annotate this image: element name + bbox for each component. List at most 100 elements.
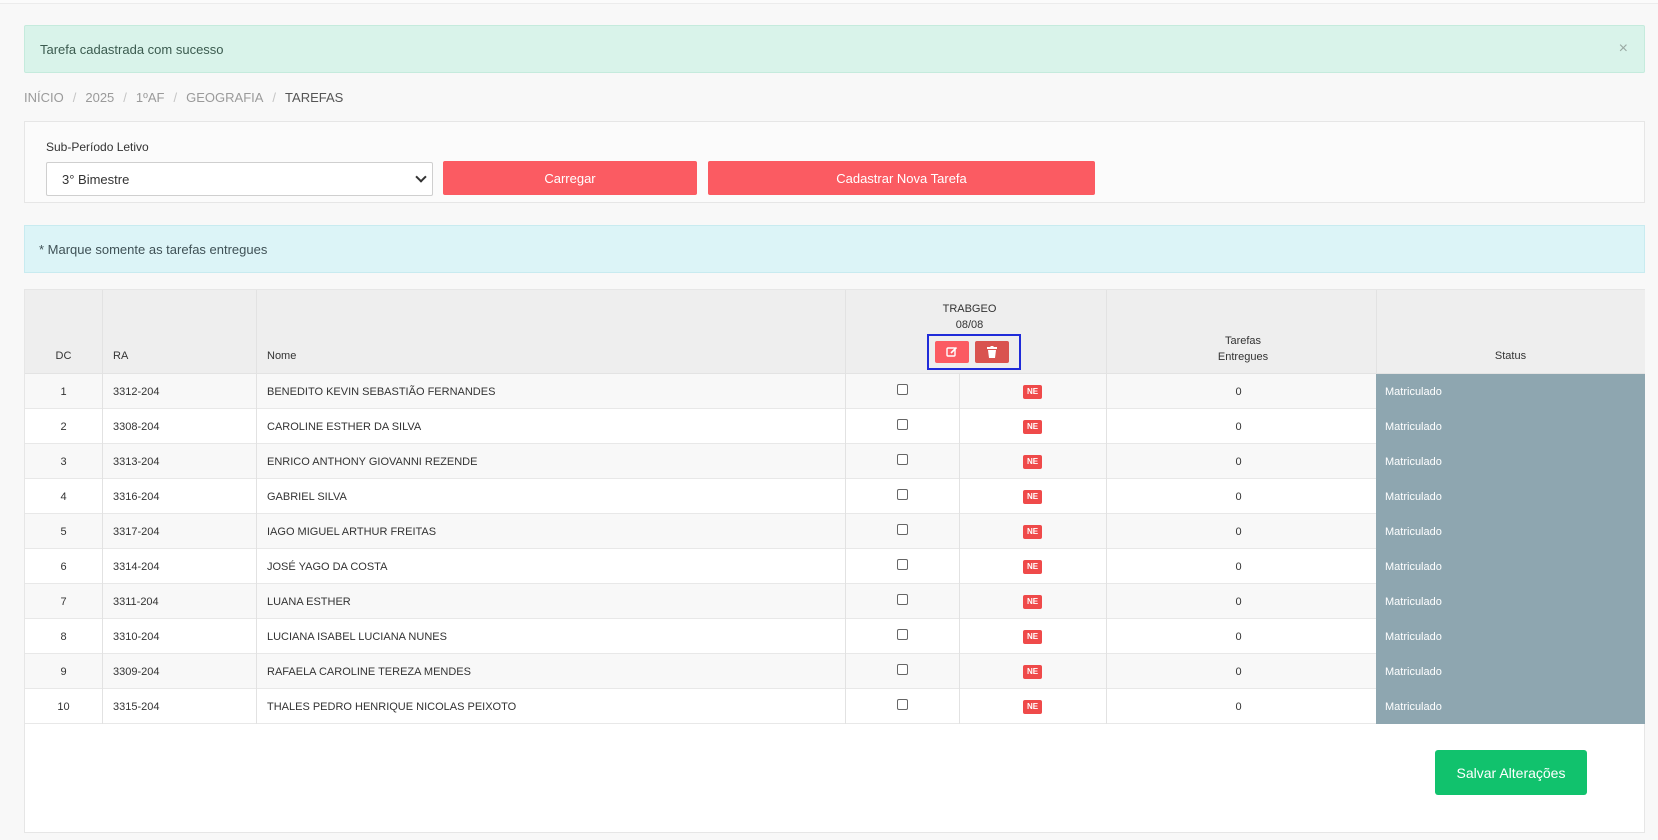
column-divider [845,514,846,549]
cell-badge: NE [959,444,1106,479]
delivered-checkbox[interactable] [896,629,908,640]
column-divider [845,444,846,479]
column-divider [1376,290,1377,374]
breadcrumb-item-subject[interactable]: GEOGRAFIA [186,90,263,105]
not-delivered-badge: NE [1022,594,1043,609]
column-divider [256,514,257,549]
cell-dc: 4 [60,490,67,503]
delivered-checkbox[interactable] [896,699,908,710]
task-actions-highlight [927,334,1021,370]
column-divider [256,619,257,654]
column-divider [845,584,846,619]
save-changes-button[interactable]: Salvar Alterações [1435,750,1587,795]
column-divider [845,654,846,689]
cell-status: Matriculado [1376,479,1645,514]
sub-period-select[interactable]: 3° Bimestre [46,162,433,196]
close-icon[interactable]: × [1619,41,1628,57]
sub-period-label: Sub-Período Letivo [46,140,149,154]
cell-nome: THALES PEDRO HENRIQUE NICOLAS PEIXOTO [267,700,517,713]
breadcrumb-separator: / [173,90,178,105]
cell-dc: 2 [60,420,67,433]
header-dc: DC [55,350,72,362]
column-divider [1106,409,1107,444]
breadcrumb-item-inicio[interactable]: INÍCIO [24,90,64,105]
column-divider [1106,444,1107,479]
column-divider [102,479,103,514]
trash-icon [987,346,997,358]
cell-badge: NE [959,549,1106,584]
column-divider [256,444,257,479]
cell-delivered [845,654,959,689]
column-divider [102,654,103,689]
delivered-checkbox[interactable] [896,489,908,500]
cell-badge: NE [959,409,1106,444]
header-entregues-line2: Entregues [1217,351,1269,363]
delete-task-button[interactable] [975,341,1009,363]
column-divider [845,374,846,409]
delivered-checkbox[interactable] [896,454,908,465]
edit-task-button[interactable] [935,341,969,363]
cell-dc: 6 [60,560,67,573]
cell-ra: 3316-204 [113,490,160,503]
cell-nome: BENEDITO KEVIN SEBASTIÃO FERNANDES [267,385,496,398]
not-delivered-badge: NE [1022,384,1043,399]
column-divider [1106,689,1107,724]
cell-status: Matriculado [1376,654,1645,689]
not-delivered-badge: NE [1022,629,1043,644]
not-delivered-badge: NE [1022,454,1043,469]
cell-badge: NE [959,479,1106,514]
cell-entregues: 0 [1235,665,1242,678]
column-divider [102,374,103,409]
column-divider [845,689,846,724]
header-entregues: Tarefas Entregues [1108,333,1378,365]
delivered-checkbox[interactable] [896,594,908,605]
table-row: 3 3313-204 ENRICO ANTHONY GIOVANNI REZENDE… [25,444,1645,479]
tasks-table-panel: DC RA Nome TRABGEO 08/08 Tarefas Entregu… [24,289,1645,833]
cell-dc: 9 [60,665,67,678]
column-divider [256,374,257,409]
cell-badge: NE [959,374,1106,409]
chevron-down-icon [415,171,427,183]
cell-nome: CAROLINE ESTHER DA SILVA [267,420,422,433]
delivered-checkbox[interactable] [896,419,908,430]
cell-entregues: 0 [1235,525,1242,538]
breadcrumb: INÍCIO / 2025 / 1ºAF / GEOGRAFIA / TAREF… [24,90,343,105]
breadcrumb-item-current: TAREFAS [285,90,344,105]
delivered-checkbox[interactable] [896,524,908,535]
task-name: TRABGEO [942,303,997,315]
column-divider [959,619,960,654]
breadcrumb-item-year[interactable]: 2025 [85,90,114,105]
not-delivered-badge: NE [1022,419,1043,434]
cell-nome: JOSÉ YAGO DA COSTA [267,560,388,573]
cell-ra: 3314-204 [113,560,160,573]
column-divider [845,549,846,584]
cell-ra: 3313-204 [113,455,160,468]
column-divider [959,654,960,689]
cell-status: Matriculado [1376,619,1645,654]
cell-entregues: 0 [1235,490,1242,503]
cell-status: Matriculado [1376,584,1645,619]
cell-dc: 1 [60,385,67,398]
cell-delivered [845,619,959,654]
column-divider [1106,584,1107,619]
table-row: 2 3308-204 CAROLINE ESTHER DA SILVA NE 0 Matr… [25,409,1645,444]
cell-status: Matriculado [1376,374,1645,409]
cell-delivered [845,549,959,584]
delivered-checkbox[interactable] [896,384,908,395]
header-entregues-line1: Tarefas [1224,335,1262,347]
column-divider [102,290,103,374]
delivered-checkbox[interactable] [896,559,908,570]
new-task-button[interactable]: Cadastrar Nova Tarefa [708,161,1095,195]
load-button[interactable]: Carregar [443,161,697,195]
delivered-checkbox[interactable] [896,664,908,675]
cell-nome: GABRIEL SILVA [267,490,347,503]
not-delivered-badge: NE [1022,699,1043,714]
column-divider [959,409,960,444]
column-divider [102,689,103,724]
breadcrumb-item-class[interactable]: 1ºAF [136,90,165,105]
cell-ra: 3309-204 [113,665,160,678]
cell-status: Matriculado [1376,444,1645,479]
cell-delivered [845,374,959,409]
info-alert-text: * Marque somente as tarefas entregues [39,242,268,257]
not-delivered-badge: NE [1022,524,1043,539]
